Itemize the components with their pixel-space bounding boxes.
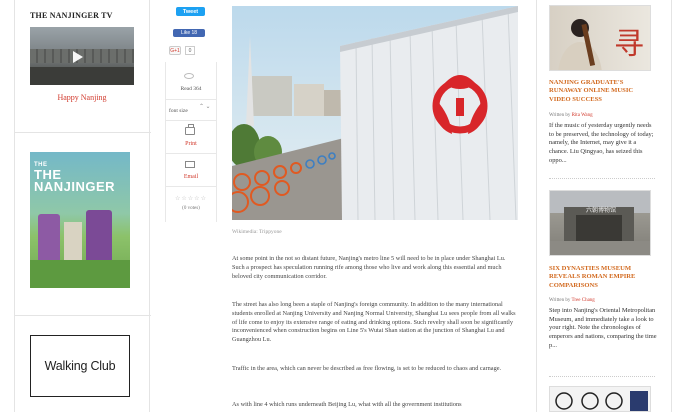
article-paragraph: The street has also long been a staple o…	[232, 301, 516, 344]
magazine-cover[interactable]: THE THE NANJINGER	[30, 152, 130, 288]
email-link[interactable]: Email	[165, 174, 217, 180]
google-plus-button[interactable]: G+1	[169, 46, 181, 55]
magazine-title: THE THE NANJINGER	[34, 162, 116, 194]
related-excerpt: If the music of yesterday urgently needs…	[549, 122, 654, 164]
divider	[549, 376, 655, 377]
font-decrease-icon[interactable]: ⌄	[206, 104, 211, 110]
right-sidebar-border	[536, 0, 537, 412]
related-thumbnail[interactable]	[549, 386, 651, 412]
tv-section-title: THE NANJINGER TV	[30, 11, 113, 20]
font-size-label: font size	[169, 108, 188, 114]
divider	[166, 153, 216, 154]
related-title[interactable]: SIX DYNASTIES MUSEUM REVEALS ROMAN EMPIR…	[549, 265, 655, 290]
related-excerpt: Step into Nanjing's Oriental Metropolita…	[549, 307, 657, 349]
vote-count: (0 votes)	[182, 206, 200, 211]
divider	[549, 178, 655, 179]
font-increase-icon[interactable]: ⌃	[199, 104, 204, 110]
image-caption: Wikimedia: Trippyone	[232, 229, 282, 235]
read-count: Read 364	[180, 86, 202, 92]
font-size-controls[interactable]: ⌃ ⌄	[199, 104, 211, 110]
rating-stars[interactable]: ☆☆☆☆☆	[165, 195, 217, 202]
facebook-like-button[interactable]: Like 18	[173, 29, 205, 37]
divider	[14, 132, 151, 133]
author-link[interactable]: Tree Chang	[572, 298, 595, 303]
related-thumbnail[interactable]: 六朝博物馆	[549, 190, 651, 256]
right-sidebar-border	[671, 0, 672, 412]
related-thumbnail[interactable]: 寻	[549, 5, 651, 71]
printer-icon[interactable]	[185, 124, 195, 135]
eye-icon	[184, 73, 194, 79]
mail-icon[interactable]	[185, 161, 195, 168]
article-paragraph: At some point in the not so distant futu…	[232, 255, 506, 280]
svg-text:寻: 寻	[614, 27, 644, 62]
related-byline: Written by Tree Chang	[549, 298, 595, 303]
divider	[14, 315, 151, 316]
related-title[interactable]: NANJING GRADUATE'S RUNAWAY ONLINE MUSIC …	[549, 79, 655, 104]
play-icon[interactable]	[73, 51, 83, 63]
google-plus-count: 0	[185, 46, 195, 55]
article-hero-image	[232, 6, 518, 220]
walking-club-banner[interactable]: Walking Club	[30, 335, 130, 397]
article-paragraph: As with line 4 which runs underneath Bei…	[232, 401, 462, 408]
divider	[166, 99, 216, 100]
tweet-button[interactable]: Tweet	[176, 7, 205, 16]
divider	[166, 186, 216, 187]
related-byline: Written by Rita Wang	[549, 113, 593, 118]
print-link[interactable]: Print	[165, 141, 217, 147]
divider	[166, 120, 216, 121]
svg-text:六朝博物馆: 六朝博物馆	[586, 206, 616, 214]
video-link[interactable]: Happy Nanjing	[30, 93, 134, 102]
author-link[interactable]: Rita Wang	[572, 113, 593, 118]
article-paragraph: Traffic in the area, which can never be …	[232, 365, 502, 372]
